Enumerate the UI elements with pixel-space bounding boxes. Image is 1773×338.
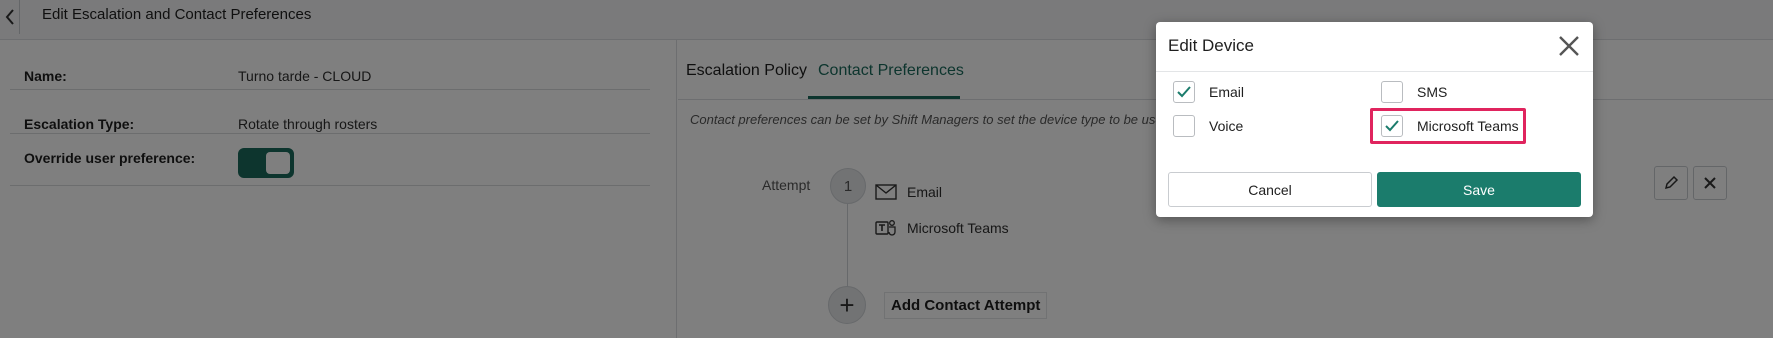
option-label: Email xyxy=(1209,84,1245,100)
option-voice[interactable]: Voice xyxy=(1173,115,1243,137)
checkmark-icon xyxy=(1385,120,1399,132)
option-email[interactable]: Email xyxy=(1173,81,1244,103)
close-dialog-button[interactable] xyxy=(1555,32,1583,60)
save-button[interactable]: Save xyxy=(1377,172,1581,207)
close-icon xyxy=(1559,36,1579,56)
option-microsoft-teams[interactable]: Microsoft Teams xyxy=(1381,115,1519,137)
dialog-divider xyxy=(1156,71,1593,72)
option-label: Voice xyxy=(1209,118,1244,134)
option-label: Microsoft Teams xyxy=(1417,118,1519,134)
email-checkbox[interactable] xyxy=(1173,81,1195,103)
cancel-button[interactable]: Cancel xyxy=(1168,172,1372,207)
checkmark-icon xyxy=(1177,86,1191,98)
voice-checkbox[interactable] xyxy=(1173,115,1195,137)
option-label: SMS xyxy=(1417,84,1448,100)
dialog-title: Edit Device xyxy=(1168,36,1254,55)
microsoft-teams-checkbox[interactable] xyxy=(1381,115,1403,137)
sms-checkbox[interactable] xyxy=(1381,81,1403,103)
option-sms[interactable]: SMS xyxy=(1381,81,1447,103)
edit-device-dialog: Edit Device Email SMS Voice Microsoft Te… xyxy=(1156,22,1593,217)
